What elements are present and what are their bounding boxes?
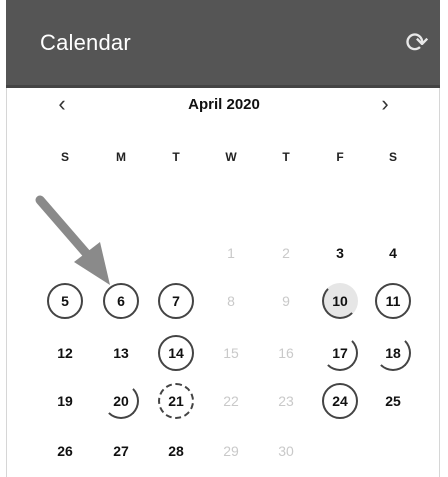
day-cell[interactable]: 5 xyxy=(47,283,83,319)
day-cell[interactable]: 9 xyxy=(268,283,304,319)
day-cell[interactable]: 26 xyxy=(47,433,83,469)
day-cell[interactable]: 25 xyxy=(375,383,411,419)
page-title: Calendar xyxy=(40,30,131,55)
day-cell[interactable]: 20 xyxy=(103,383,139,419)
weekday-header: F xyxy=(336,150,344,164)
day-cell[interactable]: 15 xyxy=(213,335,249,371)
day-cell[interactable]: 22 xyxy=(213,383,249,419)
day-cell[interactable]: 6 xyxy=(103,283,139,319)
day-cell[interactable]: 18 xyxy=(375,335,411,371)
day-cell[interactable]: 8 xyxy=(213,283,249,319)
day-cell[interactable]: 27 xyxy=(103,433,139,469)
day-cell[interactable]: 3 xyxy=(322,235,358,271)
day-cell[interactable]: 17 xyxy=(322,335,358,371)
day-cell[interactable]: 11 xyxy=(375,283,411,319)
day-cell[interactable]: 4 xyxy=(375,235,411,271)
day-cell[interactable]: 12 xyxy=(47,335,83,371)
weekday-header: W xyxy=(225,150,237,164)
weekday-header: T xyxy=(172,150,180,164)
day-cell[interactable]: 19 xyxy=(47,383,83,419)
day-cell[interactable]: 13 xyxy=(103,335,139,371)
day-cell[interactable]: 28 xyxy=(158,433,194,469)
next-month-button[interactable]: › xyxy=(373,92,397,116)
weekday-header: T xyxy=(282,150,290,164)
weekday-header: S xyxy=(60,150,69,164)
day-cell[interactable]: 23 xyxy=(268,383,304,419)
day-cell[interactable]: 7 xyxy=(158,283,194,319)
day-cell[interactable]: 24 xyxy=(322,383,358,419)
day-cell[interactable]: 30 xyxy=(268,433,304,469)
day-cell[interactable]: 1 xyxy=(213,235,249,271)
day-cell[interactable]: 16 xyxy=(268,335,304,371)
weekday-header: M xyxy=(116,150,126,164)
day-cell[interactable]: 10 xyxy=(322,283,358,319)
refresh-icon[interactable]: ⟳ xyxy=(402,28,432,58)
day-cell[interactable]: 21 xyxy=(158,383,194,419)
day-cell[interactable]: 29 xyxy=(213,433,249,469)
day-cell[interactable]: 14 xyxy=(158,335,194,371)
day-cell[interactable]: 2 xyxy=(268,235,304,271)
calendar-header: Calendar ⟳ xyxy=(6,0,440,88)
weekday-header: S xyxy=(388,150,397,164)
